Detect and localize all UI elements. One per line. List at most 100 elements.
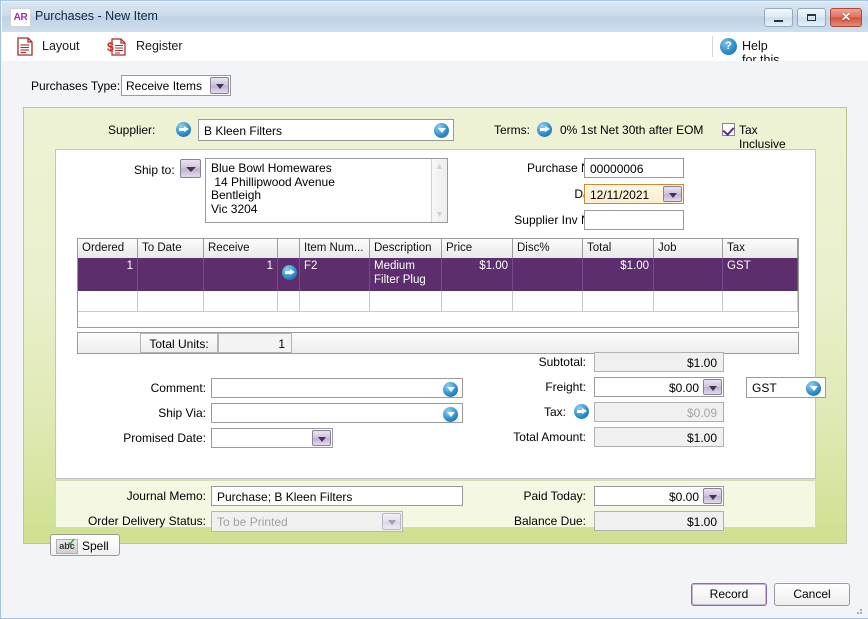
table-row-empty[interactable]	[78, 291, 798, 312]
line-items-grid[interactable]: Ordered To Date Receive Item Num... Desc…	[77, 238, 799, 328]
cell-empty[interactable]	[204, 291, 278, 311]
freight-value: $0.00	[668, 381, 699, 395]
col-to-date[interactable]: To Date	[138, 239, 204, 258]
cell-job[interactable]	[654, 258, 723, 291]
cell-empty[interactable]	[723, 291, 798, 311]
supplier-value: B Kleen Filters	[204, 124, 283, 138]
col-job[interactable]: Job	[654, 239, 723, 258]
ship-to-dropdown-icon[interactable]	[180, 159, 201, 178]
freight-input[interactable]: $0.00	[594, 377, 724, 397]
register-button[interactable]: $ Register	[102, 32, 197, 61]
supplier-label: Supplier:	[108, 123, 156, 137]
terms-drill-arrow-icon[interactable]	[537, 122, 552, 140]
purchase-no-value: 00000006	[590, 162, 644, 176]
purchase-no-input[interactable]: 00000006	[584, 158, 684, 178]
cell-total[interactable]: $1.00	[583, 258, 654, 291]
supplier-inv-input[interactable]	[584, 210, 684, 230]
cell-empty[interactable]	[78, 291, 138, 311]
cell-item-number[interactable]: F2	[300, 258, 370, 291]
cell-empty[interactable]	[300, 291, 370, 311]
spell-button[interactable]: abc ✓ Spell	[50, 534, 120, 556]
ship-to-scrollbar[interactable]: ▲ ▼	[431, 159, 447, 222]
cell-empty[interactable]	[370, 291, 442, 311]
ship-to-value: Blue Bowl Homewares 14 Phillipwood Avenu…	[211, 161, 335, 216]
total-units-label: Total Units:	[140, 333, 218, 353]
tax-code-select[interactable]: GST	[746, 377, 826, 398]
terms-label: Terms:	[494, 123, 530, 137]
register-icon: $	[107, 38, 126, 56]
cell-empty[interactable]	[138, 291, 204, 311]
freight-dropdown-icon[interactable]	[703, 379, 722, 395]
layout-button[interactable]: Layout	[12, 32, 92, 61]
comment-input[interactable]	[211, 378, 463, 398]
col-price[interactable]: Price	[442, 239, 513, 258]
tax-inclusive-label: Tax Inclusive	[739, 123, 786, 151]
paid-today-label: Paid Today:	[523, 489, 587, 503]
title-bar[interactable]: AR Purchases - New Item ✕	[2, 2, 868, 33]
cell-receive[interactable]: 1	[204, 258, 278, 291]
subtotal-value-box: $1.00	[594, 352, 724, 372]
supplier-dropdown-icon[interactable]	[434, 123, 449, 138]
cell-drill[interactable]	[278, 258, 300, 291]
order-delivery-status-value: To be Printed	[217, 515, 288, 529]
record-button[interactable]: Record	[691, 583, 767, 606]
col-disc[interactable]: Disc%	[513, 239, 583, 258]
maximize-icon	[807, 14, 816, 21]
minimize-button[interactable]	[764, 8, 793, 27]
document-icon	[17, 37, 33, 56]
cell-empty[interactable]	[654, 291, 723, 311]
order-delivery-status-select: To be Printed	[211, 511, 403, 532]
cell-price[interactable]: $1.00	[442, 258, 513, 291]
cell-empty[interactable]	[583, 291, 654, 311]
col-drill[interactable]	[278, 239, 300, 258]
tax-code-dropdown-icon[interactable]	[806, 381, 821, 396]
total-units-bar: Total Units: 1	[77, 332, 799, 354]
col-tax[interactable]: Tax	[723, 239, 798, 258]
close-icon: ✕	[840, 10, 852, 24]
purchases-type-select[interactable]: Receive Items	[121, 75, 231, 96]
scroll-up-icon[interactable]: ▲	[432, 160, 447, 173]
total-amount-label: Total Amount:	[513, 430, 586, 444]
col-total[interactable]: Total	[583, 239, 654, 258]
col-receive[interactable]: Receive	[204, 239, 278, 258]
resize-grip[interactable]	[853, 605, 863, 615]
supplier-input[interactable]: B Kleen Filters	[198, 119, 454, 141]
row-drill-arrow-icon[interactable]	[282, 265, 297, 280]
chevron-down-icon[interactable]	[210, 77, 229, 94]
cell-empty[interactable]	[513, 291, 583, 311]
promised-date-input[interactable]	[211, 428, 333, 448]
purchases-window: AR Purchases - New Item ✕ Layout $ Regis…	[0, 0, 868, 619]
cell-empty[interactable]	[278, 291, 300, 311]
maximize-button[interactable]	[797, 8, 826, 27]
paid-today-dropdown-icon[interactable]	[703, 488, 722, 504]
cell-ordered[interactable]: 1	[78, 258, 138, 291]
ship-to-textarea[interactable]: Blue Bowl Homewares 14 Phillipwood Avenu…	[205, 158, 448, 223]
ship-via-label: Ship Via:	[158, 406, 206, 420]
cell-tax[interactable]: GST	[723, 258, 798, 291]
supplier-drill-arrow-icon[interactable]	[176, 122, 191, 140]
tax-drill-arrow-icon[interactable]	[574, 404, 589, 422]
ship-via-input[interactable]	[211, 403, 463, 423]
subtotal-value: $1.00	[686, 356, 717, 370]
total-units-value: 1	[218, 333, 292, 353]
cancel-button[interactable]: Cancel	[774, 583, 850, 606]
balance-due-value: $1.00	[686, 515, 717, 529]
cell-disc[interactable]	[513, 258, 583, 291]
form-panel: Supplier: B Kleen Filters Terms: 0% 1st …	[23, 107, 847, 544]
close-button[interactable]: ✕	[830, 8, 862, 27]
col-item-number[interactable]: Item Num...	[300, 239, 370, 258]
scroll-down-icon[interactable]: ▼	[432, 208, 447, 221]
col-description[interactable]: Description	[370, 239, 442, 258]
calendar-dropdown-icon[interactable]	[663, 186, 682, 202]
cell-to-date[interactable]	[138, 258, 204, 291]
tax-value-box: $0.09	[594, 402, 724, 422]
cell-empty[interactable]	[442, 291, 513, 311]
journal-memo-input[interactable]: Purchase; B Kleen Filters	[211, 486, 463, 506]
cell-description[interactable]: Medium Filter Plug	[370, 258, 442, 291]
calendar-dropdown-icon[interactable]	[312, 430, 331, 446]
date-input[interactable]: 12/11/2021	[584, 184, 684, 204]
layout-label: Layout	[42, 39, 80, 53]
table-row[interactable]: 1 1 F2 Medium Filter Plug $1.00 $1.00 GS…	[78, 258, 798, 291]
paid-today-input[interactable]: $0.00	[594, 486, 724, 506]
col-ordered[interactable]: Ordered	[78, 239, 138, 258]
